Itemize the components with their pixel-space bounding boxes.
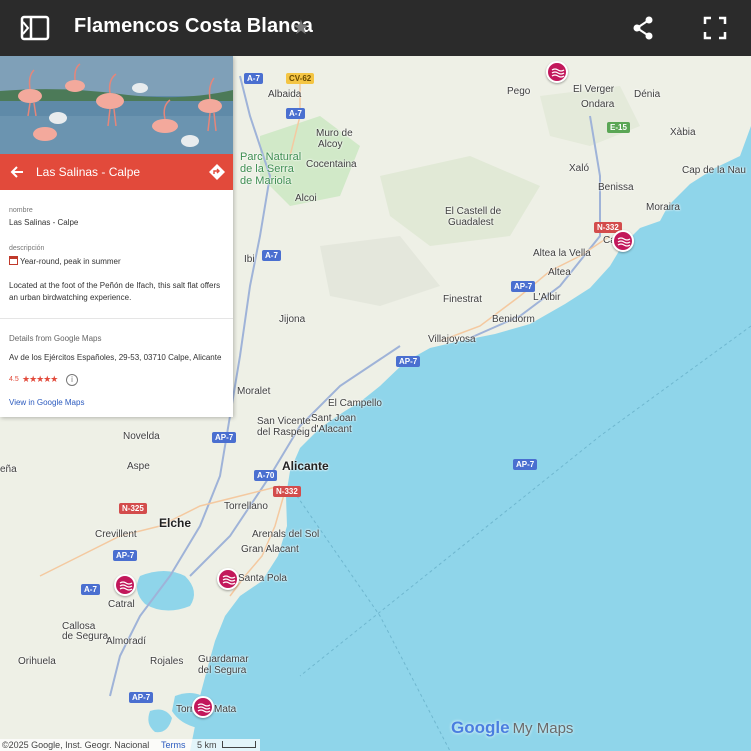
place-label: Crevillent	[95, 529, 137, 540]
road-shield: A-7	[81, 584, 100, 595]
place-label: San Vicente	[257, 416, 311, 427]
place-description: Located at the foot of the Peñón de Ifac…	[9, 281, 221, 302]
place-label: El Campello	[328, 398, 382, 409]
place-label: eña	[0, 464, 17, 475]
place-label: Aspe	[127, 461, 150, 472]
road-shield: N-325	[119, 503, 147, 514]
place-info-panel: Las Salinas - Calpe nombre Las Salinas -…	[0, 56, 233, 417]
place-label: Orihuela	[18, 656, 56, 667]
place-label: Moraira	[646, 202, 680, 213]
place-label: El Castell de	[445, 206, 502, 217]
view-in-google-maps-link[interactable]: View in Google Maps	[9, 398, 84, 407]
road-shield: A-7	[286, 108, 305, 119]
terms-link[interactable]: Terms	[161, 740, 186, 750]
place-label: Catral	[108, 599, 135, 610]
place-label: Muro de	[316, 128, 353, 139]
description-label: descripción	[9, 245, 45, 252]
road-shield: AP-7	[212, 432, 237, 443]
fullscreen-icon[interactable]	[702, 15, 728, 41]
place-label: Finestrat	[443, 294, 482, 305]
place-label-elche: Elche	[159, 516, 192, 530]
place-label: Cap de la Nau	[682, 165, 746, 176]
road-shield: A-70	[254, 470, 278, 481]
place-label: Dénia	[634, 89, 661, 100]
place-label: Guardamar	[198, 654, 249, 665]
road-shield: CV-62	[286, 73, 315, 84]
map-title: Flamencos Costa Blanca	[74, 15, 313, 37]
address: Av de los Ejércitos Españoles, 29-53, 03…	[9, 353, 222, 362]
panel-toggle-icon[interactable]	[20, 14, 50, 42]
place-label: Albaida	[268, 89, 302, 100]
place-label: Novelda	[123, 431, 160, 442]
place-label: Alcoy	[318, 139, 343, 150]
scale-label: 5 km	[197, 740, 217, 750]
flamingo-site-pego-marker[interactable]	[546, 61, 568, 83]
flamingo-site-catral-marker[interactable]	[114, 574, 136, 596]
place-label: del Raspeig	[257, 427, 310, 438]
place-label: Jijona	[279, 314, 306, 325]
place-label: Cocentaina	[306, 159, 357, 170]
road-shield: N-332	[273, 486, 301, 497]
place-label: del Segura	[198, 665, 247, 676]
rating-value: 4.5	[9, 376, 19, 383]
place-label: Benissa	[598, 182, 634, 193]
place-label: Xaló	[569, 163, 590, 174]
panel-title: Las Salinas - Calpe	[36, 165, 141, 179]
place-label: Alcoi	[295, 193, 317, 204]
flamingo-site-santa-pola-marker[interactable]	[217, 568, 239, 590]
star-icon[interactable]: ★	[292, 15, 310, 40]
divider	[0, 318, 233, 319]
google-my-maps-logo: Google My Maps	[451, 718, 574, 737]
panel-header: Las Salinas - Calpe	[0, 154, 233, 190]
place-label: Santa Pola	[238, 573, 287, 584]
flamingo-site-calpe-marker[interactable]	[612, 230, 634, 252]
place-label: d'Alacant	[311, 424, 352, 435]
back-arrow-icon[interactable]	[8, 163, 26, 181]
place-label: Guadalest	[448, 217, 494, 228]
details-label: Details from Google Maps	[9, 334, 102, 343]
place-label: Ibi	[244, 254, 255, 265]
place-label: Gran Alacant	[241, 544, 299, 555]
name-label: nombre	[9, 207, 33, 214]
road-shield: AP-7	[129, 692, 154, 703]
flamingo-photo	[0, 56, 233, 154]
road-shield: A-7	[262, 250, 281, 261]
directions-icon[interactable]	[208, 163, 226, 181]
place-label: Villajoyosa	[428, 334, 476, 345]
place-label-alicante: Alicante	[282, 459, 329, 473]
place-label: El Verger	[573, 84, 615, 95]
calendar-icon	[9, 256, 18, 265]
info-icon[interactable]: i	[66, 374, 78, 386]
road-shield: E-15	[607, 122, 630, 133]
place-label: Ondara	[581, 99, 615, 110]
place-label: Moralet	[237, 386, 271, 397]
top-bar: Flamencos Costa Blanca ★	[0, 0, 751, 56]
place-label: Torrellano	[224, 501, 268, 512]
description-value: Year-round, peak in summer	[9, 256, 121, 266]
place-label: Xàbia	[670, 127, 696, 138]
copyright: ©2025 Google, Inst. Geogr. Nacional	[2, 740, 150, 750]
road-shield: AP-7	[396, 356, 421, 367]
scale-bar	[222, 741, 256, 748]
share-icon[interactable]	[630, 15, 656, 41]
place-label: Rojales	[150, 656, 184, 667]
place-label: Benidorm	[492, 314, 535, 325]
road-shield: AP-7	[511, 281, 536, 292]
rating-stars: ★★★★★	[22, 374, 58, 384]
place-label: Almoradí	[106, 636, 147, 647]
park-label: Parc Natural de la Serra de Mariola	[240, 151, 302, 187]
place-label: Arenals del Sol	[252, 529, 320, 540]
road-shield: AP-7	[513, 459, 538, 470]
place-label: Altea la Vella	[533, 248, 591, 259]
place-label: Sant Joan	[311, 413, 357, 424]
place-label: L'Albir	[533, 292, 561, 303]
place-label: Mata	[214, 704, 237, 715]
road-shield: A-7	[244, 73, 263, 84]
road-shield: AP-7	[113, 550, 138, 561]
name-value: Las Salinas - Calpe	[9, 218, 79, 227]
place-label: Altea	[548, 267, 571, 278]
flamingo-site-torrevieja-marker[interactable]	[192, 696, 214, 718]
place-label: Pego	[507, 86, 531, 97]
place-label: de Segura	[62, 631, 109, 642]
